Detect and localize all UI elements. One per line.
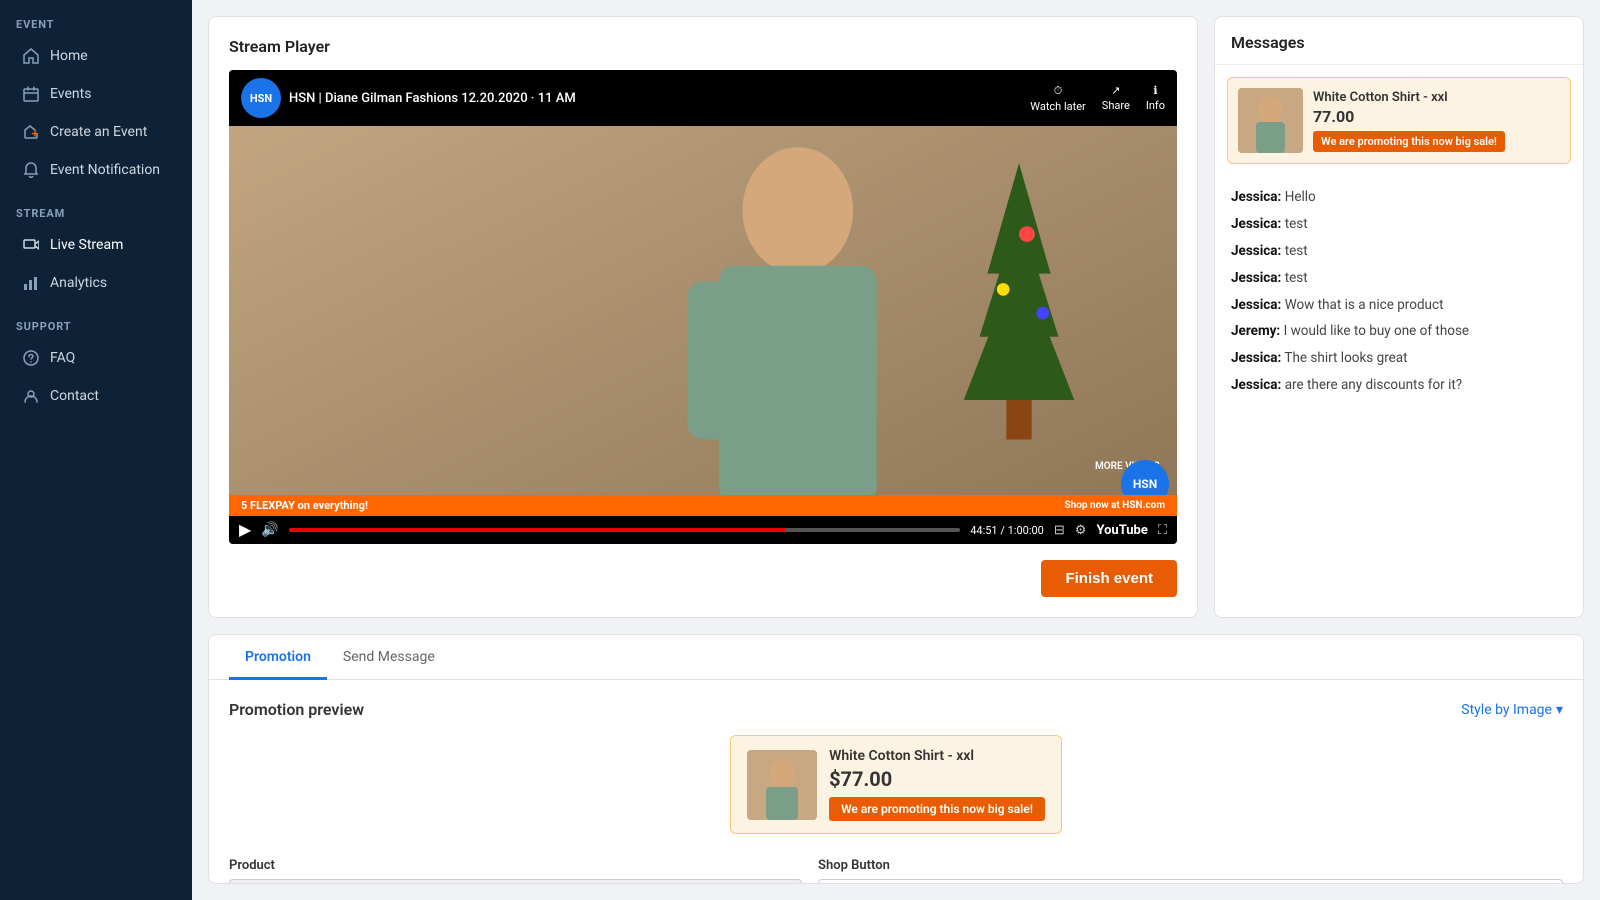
- sidebar-item-contact[interactable]: Contact: [6, 378, 186, 414]
- video-top-actions: ⏱ Watch later ↗ Share ℹ Info: [1030, 84, 1165, 113]
- messages-card: Messages White Cotton Shirt - xxl 77.00 …: [1214, 16, 1584, 618]
- promo-cta: We are promoting this now big sale!: [1313, 131, 1505, 152]
- preview-info: White Cotton Shirt - xxl $77.00 We are p…: [829, 748, 1045, 821]
- shop-button-form-group: Shop Button: [818, 858, 1563, 884]
- sidebar-notification-label: Event Notification: [50, 162, 160, 178]
- sidebar-contact-label: Contact: [50, 388, 99, 404]
- chat-message: Jessica: The shirt looks great: [1231, 349, 1567, 368]
- play-button[interactable]: ▶: [239, 522, 251, 538]
- volume-button[interactable]: 🔊: [261, 523, 278, 537]
- messages-header: Messages: [1215, 17, 1583, 65]
- product-label: Product: [229, 858, 802, 873]
- sidebar-create-event-label: Create an Event: [50, 124, 147, 140]
- shop-button-input[interactable]: [818, 879, 1563, 884]
- tab-send-message[interactable]: Send Message: [327, 635, 451, 680]
- share-icon: ↗: [1111, 84, 1120, 97]
- chat-message: Jessica: Hello: [1231, 188, 1567, 207]
- video-center: [229, 126, 1177, 516]
- main-content: Stream Player HSN HSN | Diane Gilman Fas…: [192, 0, 1600, 900]
- chevron-down-icon: ▾: [1556, 702, 1563, 718]
- video-right-overlay: MORE VIDEOS HSN: [1087, 126, 1177, 516]
- video-bottom-banner: 5 FLEXPAY on everything! Shop now at HSN…: [229, 495, 1177, 516]
- video-top-bar: HSN HSN | Diane Gilman Fashions 12.20.20…: [229, 70, 1177, 126]
- analytics-icon: [22, 274, 40, 292]
- sidebar-item-analytics[interactable]: Analytics: [6, 265, 186, 301]
- chat-message: Jessica: Wow that is a nice product: [1231, 296, 1567, 315]
- sidebar-events-label: Events: [50, 86, 91, 102]
- video-controls: ▶ 🔊 44:51 / 1:00:00 ⊟ ⚙ YouTube ⛶: [229, 516, 1177, 544]
- shop-button-label: Shop Button: [818, 858, 1563, 873]
- player-card: Stream Player HSN HSN | Diane Gilman Fas…: [208, 16, 1198, 618]
- chat-messages: Jessica: Hello Jessica: test Jessica: test…: [1215, 176, 1583, 617]
- promotion-banner: White Cotton Shirt - xxl 77.00 We are pr…: [1227, 77, 1571, 164]
- create-event-icon: [22, 123, 40, 141]
- finish-event-button[interactable]: Finish event: [1041, 560, 1177, 597]
- support-section-label: SUPPORT: [0, 302, 192, 339]
- watch-later-button[interactable]: ⏱ Watch later: [1030, 84, 1086, 113]
- sidebar-live-stream-label: Live Stream: [50, 237, 123, 253]
- chat-message: Jessica: test: [1231, 242, 1567, 261]
- sidebar-item-create-event[interactable]: Create an Event: [6, 114, 186, 150]
- preview-banner-inner: White Cotton Shirt - xxl $77.00 We are p…: [730, 735, 1062, 834]
- notification-icon: [22, 161, 40, 179]
- top-row: Stream Player HSN HSN | Diane Gilman Fas…: [208, 16, 1584, 618]
- share-button[interactable]: ↗ Share: [1102, 84, 1130, 112]
- watch-later-icon: ⏱: [1054, 84, 1063, 98]
- preview-cta: We are promoting this now big sale!: [829, 797, 1045, 821]
- player-card-title: Stream Player: [229, 37, 1177, 56]
- youtube-logo: YouTube: [1096, 523, 1147, 538]
- sidebar-analytics-label: Analytics: [50, 275, 107, 291]
- progress-bar[interactable]: [289, 528, 960, 532]
- promo-preview-banner: White Cotton Shirt - xxl $77.00 We are p…: [229, 735, 1563, 834]
- hsn-logo: HSN: [241, 78, 281, 118]
- bottom-card: Promotion Send Message Promotion preview…: [208, 634, 1584, 884]
- preview-product-name: White Cotton Shirt - xxl: [829, 748, 1045, 764]
- event-section-label: EVENT: [0, 0, 192, 37]
- progress-fill: [289, 528, 786, 532]
- tab-content: Promotion preview Style by Image ▾: [209, 680, 1583, 884]
- promo-preview-header: Promotion preview Style by Image ▾: [229, 700, 1563, 719]
- info-icon: ℹ: [1153, 84, 1157, 97]
- video-title: HSN | Diane Gilman Fashions 12.20.2020 ·…: [289, 91, 1022, 106]
- chat-message: Jessica: test: [1231, 269, 1567, 288]
- style-by-image-button[interactable]: Style by Image ▾: [1461, 702, 1563, 718]
- preview-price: $77.00: [829, 767, 1045, 791]
- promo-preview-title: Promotion preview: [229, 700, 364, 719]
- sidebar-faq-label: FAQ: [50, 350, 75, 366]
- chat-message: Jessica: test: [1231, 215, 1567, 234]
- preview-thumbnail: [747, 750, 817, 820]
- video-inner: HSN HSN | Diane Gilman Fashions 12.20.20…: [229, 70, 1177, 544]
- info-button[interactable]: ℹ Info: [1146, 84, 1165, 112]
- tabs-bar: Promotion Send Message: [209, 635, 1583, 680]
- video-content: EXCLUSIVE 088-786 DG2 Wrinkle Resistant …: [229, 126, 1177, 516]
- video-container: HSN HSN | Diane Gilman Fashions 12.20.20…: [229, 70, 1177, 544]
- promo-info: White Cotton Shirt - xxl 77.00 We are pr…: [1313, 90, 1560, 152]
- chat-message: Jessica: are there any discounts for it?: [1231, 376, 1567, 395]
- form-row: Product White Cotton Shirt - xxl Shop Bu…: [229, 858, 1563, 884]
- sidebar-item-faq[interactable]: FAQ: [6, 340, 186, 376]
- chat-message: Jeremy: I would like to buy one of those: [1231, 322, 1567, 341]
- promo-price: 77.00: [1313, 107, 1560, 126]
- product-select[interactable]: White Cotton Shirt - xxl: [229, 879, 802, 884]
- promo-product-name: White Cotton Shirt - xxl: [1313, 90, 1560, 105]
- faq-icon: [22, 349, 40, 367]
- promo-thumbnail: [1238, 88, 1303, 153]
- events-icon: [22, 85, 40, 103]
- sidebar-item-live-stream[interactable]: Live Stream: [6, 227, 186, 263]
- time-display: 44:51 / 1:00:00: [970, 524, 1044, 537]
- sidebar-item-events[interactable]: Events: [6, 76, 186, 112]
- stream-section-label: STREAM: [0, 189, 192, 226]
- sidebar-item-event-notification[interactable]: Event Notification: [6, 152, 186, 188]
- settings-button[interactable]: ⚙: [1075, 523, 1087, 538]
- sidebar-home-label: Home: [50, 48, 88, 64]
- subtitles-button[interactable]: ⊟: [1054, 523, 1065, 538]
- sidebar: EVENT Home Events Create an Event: [0, 0, 192, 900]
- fullscreen-button[interactable]: ⛶: [1158, 523, 1167, 538]
- sidebar-item-home[interactable]: Home: [6, 38, 186, 74]
- product-form-group: Product White Cotton Shirt - xxl: [229, 858, 802, 884]
- tab-promotion[interactable]: Promotion: [229, 635, 327, 680]
- contact-icon: [22, 387, 40, 405]
- live-stream-icon: [22, 236, 40, 254]
- home-icon: [22, 47, 40, 65]
